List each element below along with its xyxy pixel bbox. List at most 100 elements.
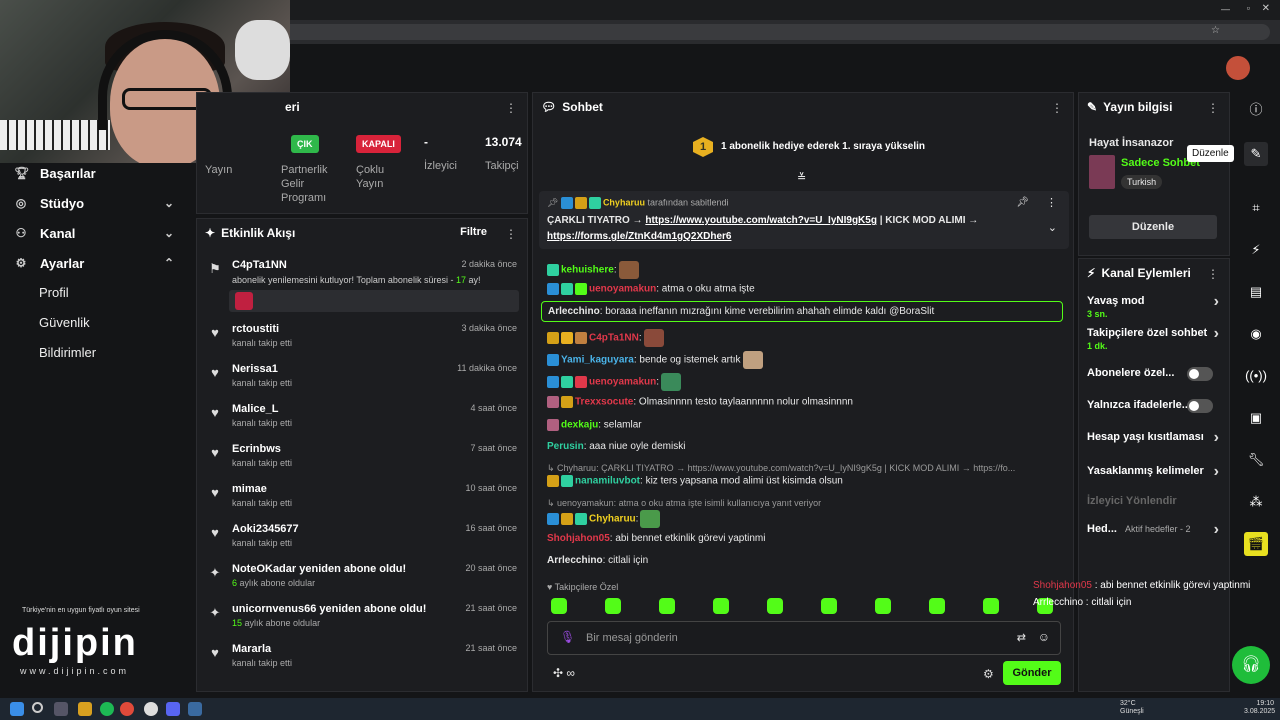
channel-action-row[interactable]: İzleyici Yönlendir <box>1087 495 1223 507</box>
url-input[interactable]: ☆ <box>230 24 1270 40</box>
search-icon[interactable] <box>32 702 43 713</box>
apps-icon[interactable]: ⁂ <box>1244 490 1268 514</box>
quick-emote-icon[interactable] <box>983 598 999 614</box>
wrench-icon[interactable]: 🔧︎ <box>1244 448 1268 472</box>
avatar[interactable] <box>1226 56 1250 80</box>
chat-username[interactable]: nanamiluvbot <box>575 476 640 487</box>
quick-emote-icon[interactable] <box>605 598 621 614</box>
activity-user[interactable]: unicornvenus66 yeniden abone oldu! <box>232 603 426 615</box>
translate-icon[interactable]: ⇄ <box>1017 631 1026 644</box>
chat-username[interactable]: Arrlecchino <box>547 555 603 566</box>
activity-user[interactable]: Malice_L <box>232 403 278 415</box>
channel-action-row[interactable]: Yasaklanmış kelimeler › <box>1087 463 1223 480</box>
send-button[interactable]: Gönder <box>1003 661 1061 685</box>
channel-action-row[interactable]: Hesap yaşı kısıtlaması › <box>1087 429 1223 446</box>
quick-emote-icon[interactable] <box>713 598 729 614</box>
emoji-icon[interactable]: ☺ <box>1038 630 1050 644</box>
channel-action-row[interactable]: Takipçilere özel sohbet 1 dk. › <box>1087 325 1223 351</box>
pinned-link[interactable]: https://www.youtube.com/watch?v=U_IyNI9g… <box>645 215 877 226</box>
pinned-form-link[interactable]: https://forms.gle/ZtnKd4m1gQ2XDher6 <box>547 231 731 242</box>
activity-user[interactable]: Mararla <box>232 643 271 655</box>
gift-banner[interactable]: 1 abonelik hediye ederek 1. sıraya yükse… <box>721 141 925 152</box>
sidebar-item-security[interactable]: Güvenlik <box>39 315 90 330</box>
unpin-icon[interactable]: 📌︎ <box>1016 197 1029 208</box>
windows-start-icon[interactable] <box>10 702 24 716</box>
chat-username[interactable]: Yami_kaguyara <box>561 355 634 366</box>
sidebar-item-channel[interactable]: ⚇ Kanal ⌄ <box>14 223 174 243</box>
channel-action-row[interactable]: Hed... Aktif hedefler - 2 › <box>1087 521 1223 538</box>
chrome-icon[interactable] <box>120 702 134 716</box>
chat-username[interactable]: uenoyamakun <box>589 284 656 295</box>
collapse-icon[interactable]: ≚ <box>797 171 806 184</box>
broadcast-icon[interactable]: ((•)) <box>1244 364 1268 388</box>
quick-emote-icon[interactable] <box>767 598 783 614</box>
clock[interactable]: 19:10 3.08.2025 <box>1244 700 1275 716</box>
quick-emote-icon[interactable] <box>875 598 891 614</box>
minimize-icon[interactable]: — <box>1221 4 1230 14</box>
maximize-icon[interactable]: ▫ <box>1247 3 1250 13</box>
explorer-icon[interactable] <box>78 702 92 716</box>
toggle-switch[interactable] <box>1187 399 1213 413</box>
sidebar-item-settings[interactable]: ⚙ Ayarlar ⌃ <box>14 253 174 273</box>
star-icon[interactable]: ☆ <box>1211 25 1220 36</box>
spotify-icon[interactable] <box>100 702 114 716</box>
sidebar-item-notifications[interactable]: Bildirimler <box>39 345 96 360</box>
weather-widget[interactable]: 32°C Güneşli <box>1120 700 1144 716</box>
more-icon[interactable]: ⋮ <box>1051 101 1063 115</box>
chat-username[interactable]: uenoyamakun <box>589 377 656 388</box>
chat-bubble-icon[interactable]: ◉ <box>1244 322 1268 346</box>
chat-username[interactable]: kehuishere <box>561 265 614 276</box>
layout-icon[interactable]: ▣ <box>1244 406 1268 430</box>
close-icon[interactable]: ✕ <box>1262 3 1270 14</box>
clapper-icon[interactable]: 🎬︎ <box>1244 532 1268 556</box>
quick-emote-icon[interactable] <box>659 598 675 614</box>
channel-action-row[interactable]: Yavaş mod 3 sn. › <box>1087 293 1223 319</box>
activity-user[interactable]: mimae <box>232 483 267 495</box>
chat-input[interactable]: 🎙︎ Bir mesaj gönderin ⇄ ☺ <box>547 621 1061 655</box>
quick-emote-icon[interactable] <box>929 598 945 614</box>
activity-user[interactable]: Nerissa1 <box>232 363 278 375</box>
edit-button[interactable]: Düzenle <box>1089 215 1217 239</box>
chevron-down-icon[interactable]: ⌄ <box>1048 221 1057 234</box>
sidebar-item-studio[interactable]: ◎ Stüdyo ⌄ <box>14 193 174 213</box>
quick-emote-icon[interactable] <box>821 598 837 614</box>
more-icon[interactable]: ⋮ <box>505 101 517 115</box>
activity-detail: kanalı takip etti <box>232 658 292 668</box>
gear-icon[interactable]: ⚙ <box>983 667 994 681</box>
sidebar-item-achievements[interactable]: 🏆︎ Başarılar <box>14 163 96 183</box>
chat-username[interactable]: Arlecchino <box>548 306 600 317</box>
discord-icon[interactable] <box>166 702 180 716</box>
activity-user[interactable]: rctoustiti <box>232 323 279 335</box>
activity-user[interactable]: Ecrinbws <box>232 443 281 455</box>
chat-username[interactable]: Chyharuu <box>589 514 636 525</box>
pencil-icon[interactable]: ✎ <box>1244 142 1268 166</box>
activity-user[interactable]: Aoki2345677 <box>232 523 299 535</box>
chat-username[interactable]: Perusin <box>547 441 584 452</box>
info-icon[interactable]: ⓘ <box>1244 98 1268 122</box>
chat-username[interactable]: Trexxsocute <box>575 397 633 408</box>
bolt-icon[interactable]: ⚡︎ <box>1244 238 1268 262</box>
points-icon[interactable]: ✣ ∞ <box>553 666 575 680</box>
chat-message: uenoyamakun: <box>547 373 682 391</box>
quick-emote-icon[interactable] <box>551 598 567 614</box>
taskview-icon[interactable] <box>54 702 68 716</box>
chat-username[interactable]: dexkaju <box>561 420 598 431</box>
microphone-icon[interactable]: 🎙︎ <box>560 630 575 644</box>
filter-button[interactable]: Filtre <box>460 226 487 238</box>
clipboard-icon[interactable]: ▤ <box>1244 280 1268 304</box>
chat-username[interactable]: C4pTa1NN <box>589 333 639 344</box>
channel-action-row[interactable]: Yalnızca ifadelerle... <box>1087 399 1223 413</box>
sidebar-item-profile[interactable]: Profil <box>39 285 69 300</box>
steam-icon[interactable] <box>188 702 202 716</box>
more-icon[interactable]: ⋮ <box>1207 101 1219 115</box>
obs-icon[interactable] <box>144 702 158 716</box>
more-icon[interactable]: ⋮ <box>505 227 517 241</box>
chat-username[interactable]: Shohjahon05 <box>547 533 610 544</box>
support-headset-icon[interactable]: 🎧︎ <box>1232 646 1270 684</box>
crop-icon[interactable]: ⌗ <box>1244 196 1268 220</box>
more-icon[interactable]: ⋮ <box>1207 267 1219 281</box>
activity-user[interactable]: NoteOKadar yeniden abone oldu! <box>232 563 406 575</box>
more-icon[interactable]: ⋮ <box>1046 196 1057 209</box>
toggle-switch[interactable] <box>1187 367 1213 381</box>
channel-action-row[interactable]: Abonelere özel... <box>1087 367 1223 381</box>
